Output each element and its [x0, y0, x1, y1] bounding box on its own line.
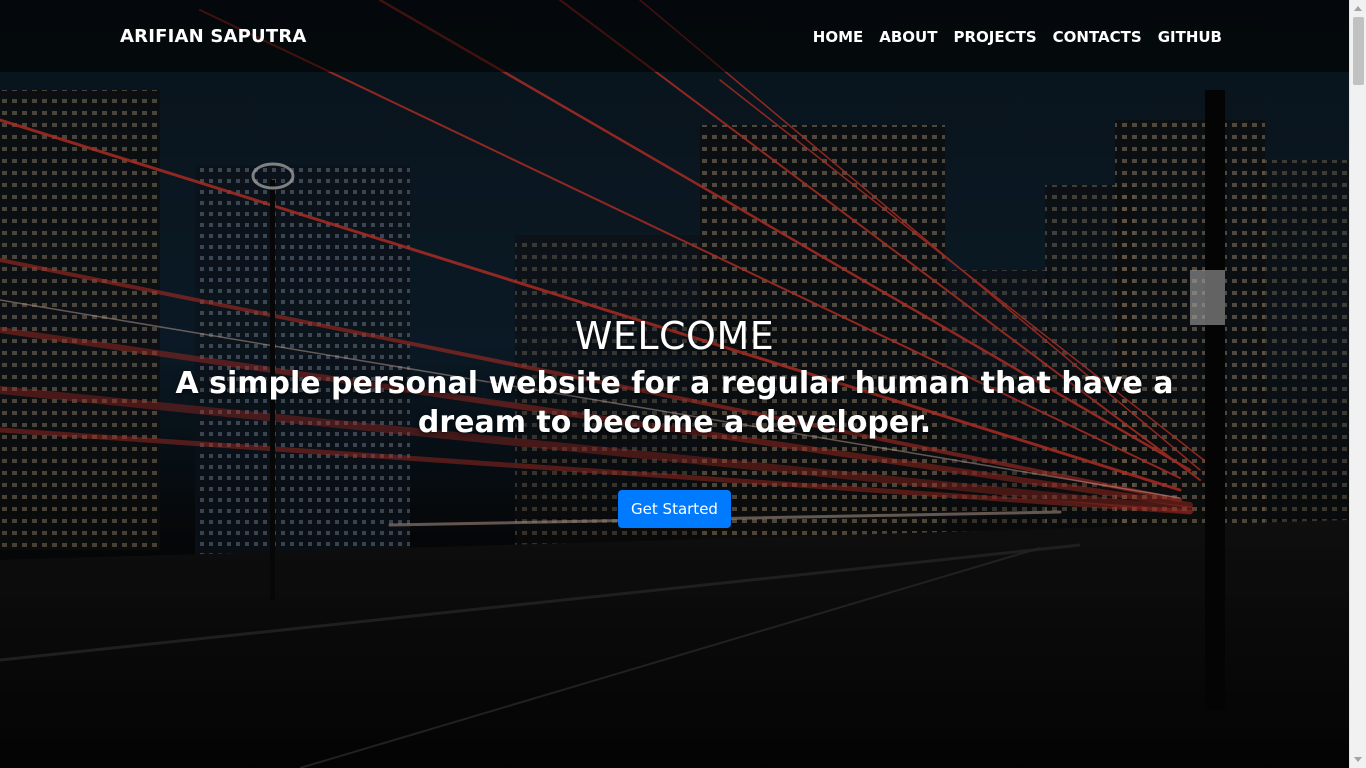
viewport: ARIFIAN SAPUTRA HOME ABOUT PROJECTS CONT…: [0, 0, 1349, 768]
nav-item-github: GITHUB: [1158, 27, 1222, 46]
scrollbar-thumb[interactable]: [1353, 17, 1364, 85]
get-started-button[interactable]: Get Started: [618, 490, 731, 528]
nav-item-contacts: CONTACTS: [1053, 27, 1142, 46]
nav-link-about[interactable]: ABOUT: [879, 28, 937, 46]
page-scrollbar[interactable]: [1349, 0, 1366, 768]
navbar: ARIFIAN SAPUTRA HOME ABOUT PROJECTS CONT…: [0, 0, 1349, 72]
hero-subtitle: A simple personal website for a regular …: [175, 366, 1174, 440]
scroll-up-arrow-icon[interactable]: [1354, 6, 1362, 11]
nav-menu: HOME ABOUT PROJECTS CONTACTS GITHUB: [813, 27, 1222, 46]
nav-item-home: HOME: [813, 27, 863, 46]
nav-link-home[interactable]: HOME: [813, 28, 863, 46]
brand-link[interactable]: ARIFIAN SAPUTRA: [120, 26, 307, 47]
nav-link-github[interactable]: GITHUB: [1158, 28, 1222, 46]
nav-link-projects[interactable]: PROJECTS: [953, 28, 1036, 46]
nav-item-about: ABOUT: [879, 27, 937, 46]
scroll-down-arrow-icon[interactable]: [1354, 757, 1362, 762]
nav-link-contacts[interactable]: CONTACTS: [1053, 28, 1142, 46]
nav-item-projects: PROJECTS: [953, 27, 1036, 46]
hero-section: WELCOME A simple personal website for a …: [0, 0, 1349, 768]
hero-title: WELCOME: [574, 314, 775, 358]
